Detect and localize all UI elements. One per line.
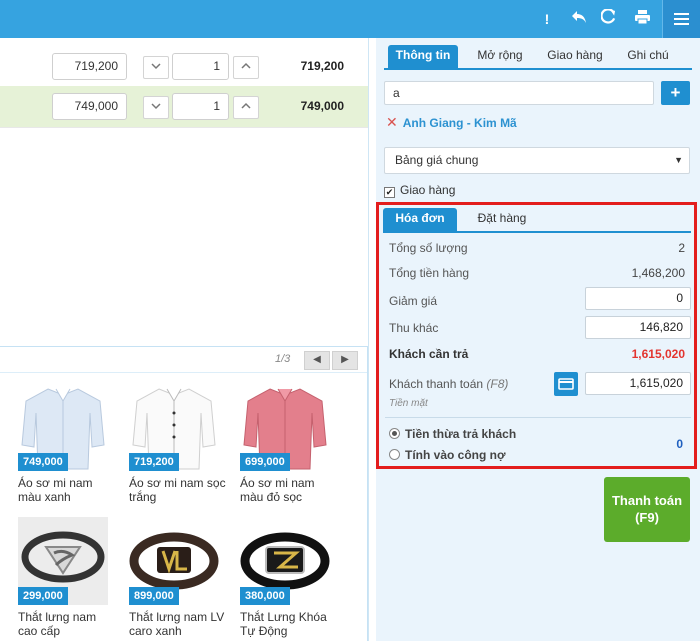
customer-paid-label: Khách thanh toán — [389, 377, 484, 391]
qty-decrease-button[interactable] — [143, 96, 169, 119]
next-page-button[interactable]: ▶ — [332, 351, 358, 370]
product-name: Thắt lưng nam cao cấp — [18, 610, 97, 638]
add-customer-button[interactable]: + — [661, 81, 690, 105]
unit-price-input[interactable]: 749,000 — [52, 93, 127, 120]
tab-order[interactable]: Đặt hàng — [467, 208, 537, 231]
delivery-label: Giao hàng — [400, 183, 456, 197]
selected-customer[interactable]: ✕ Anh Giang - Kim Mã — [386, 114, 517, 131]
checkout-button[interactable]: Thanh toán (F9) — [604, 477, 690, 542]
shortcut-hint: (F8) — [486, 377, 509, 391]
amount-due-value: 1,615,020 — [631, 347, 685, 361]
subtotal-value: 1,468,200 — [631, 266, 685, 280]
radio-selected-icon[interactable] — [389, 428, 400, 439]
refresh-icon[interactable] — [598, 8, 618, 29]
payment-method-label: Tiền mặt — [389, 398, 428, 409]
credit-card-button[interactable] — [554, 372, 578, 396]
line-total: 719,200 — [300, 59, 344, 73]
product-grid: 1/3 ◀ ▶ 749,000 Áo sơ mi nam màu xanh 71… — [0, 346, 368, 641]
close-icon[interactable]: ✕ — [386, 114, 398, 130]
checkout-label: Thanh toán — [611, 493, 683, 508]
radio-unselected-icon[interactable] — [389, 449, 400, 460]
delivery-checkbox[interactable]: ✔ Giao hàng — [384, 183, 455, 198]
customer-name: Anh Giang - Kim Mã — [402, 116, 517, 130]
page-indicator: 1/3 — [275, 353, 291, 365]
total-qty-value: 2 — [678, 241, 685, 255]
payment-method: Tiền mặt — [389, 398, 685, 409]
exclamation-icon[interactable]: ! — [537, 9, 557, 29]
change-value: 0 — [676, 437, 683, 451]
customer-paid-input[interactable]: 1,615,020 — [585, 372, 691, 395]
credit-card-icon — [558, 378, 574, 390]
price-badge: 380,000 — [240, 587, 290, 605]
product-name: Thắt Lưng Khóa Tự Động — [240, 610, 327, 638]
subtotal-label: Tổng tiền hàng — [389, 266, 470, 280]
product-name: Thắt lưng nam LV caro xanh — [129, 610, 225, 638]
other-fee-label: Thu khác — [389, 321, 439, 335]
discount-label: Giảm giá — [389, 294, 438, 308]
chevron-down-icon — [151, 63, 161, 70]
product-card[interactable]: 299,000 Thắt lưng nam cao cấp — [18, 517, 118, 638]
quantity-input[interactable]: 1 — [172, 53, 229, 80]
pricebook-select[interactable]: Bảng giá chung ▼ — [384, 147, 690, 174]
top-bar: ! — [0, 0, 700, 38]
price-badge: 749,000 — [18, 453, 68, 471]
price-badge: 699,000 — [240, 453, 290, 471]
chevron-down-icon — [151, 103, 161, 110]
product-card[interactable]: 380,000 Thắt Lưng Khóa Tự Động — [240, 517, 340, 638]
product-card[interactable]: 699,000 Áo sơ mi nam màu đỏ sọc — [240, 383, 340, 504]
change-label: Tiền thừa trả khách — [405, 427, 517, 441]
line-total: 749,000 — [300, 99, 344, 113]
qty-increase-button[interactable] — [233, 96, 259, 119]
invoice-panel: Hóa đơn Đặt hàng Tổng số lượng 2 Tổng ti… — [376, 202, 697, 469]
other-fee-input[interactable]: 146,820 — [585, 316, 691, 339]
prev-page-button[interactable]: ◀ — [304, 351, 330, 370]
pricebook-value: Bảng giá chung — [395, 153, 479, 167]
tab-delivery[interactable]: Giao hàng — [540, 45, 610, 68]
price-badge: 299,000 — [18, 587, 68, 605]
product-image: 899,000 — [129, 517, 219, 605]
price-badge: 899,000 — [129, 587, 179, 605]
price-badge: 719,200 — [129, 453, 179, 471]
invoice-tabs: Hóa đơn Đặt hàng — [383, 208, 691, 233]
discount-input[interactable]: 0 — [585, 287, 691, 310]
quantity-input[interactable]: 1 — [172, 93, 229, 120]
product-name: Áo sơ mi nam màu đỏ sọc — [240, 476, 315, 504]
qty-decrease-button[interactable] — [143, 56, 169, 79]
product-card[interactable]: 749,000 Áo sơ mi nam màu xanh — [18, 383, 118, 504]
tab-extended[interactable]: Mở rộng — [468, 45, 532, 68]
checkout-shortcut: (F9) — [635, 510, 659, 525]
debt-label: Tính vào công nợ — [405, 448, 506, 462]
customer-search-input[interactable]: a — [384, 81, 654, 105]
cart-row: 749,000 1 749,000 — [0, 86, 368, 128]
checkbox-checked-icon[interactable]: ✔ — [384, 187, 395, 198]
qty-increase-button[interactable] — [233, 56, 259, 79]
chevron-up-icon — [241, 62, 251, 69]
menu-button[interactable] — [662, 0, 700, 38]
total-qty-label: Tổng số lượng — [389, 241, 468, 255]
undo-icon[interactable] — [569, 9, 589, 29]
product-image: 699,000 — [240, 383, 330, 471]
product-name: Áo sơ mi nam màu xanh — [18, 476, 93, 504]
tab-info[interactable]: Thông tin — [388, 45, 458, 68]
info-tabs: Thông tin Mở rộng Giao hàng Ghi chú — [384, 45, 692, 70]
product-card[interactable]: 899,000 Thắt lưng nam LV caro xanh — [129, 517, 229, 638]
tab-invoice[interactable]: Hóa đơn — [383, 208, 457, 231]
chevron-down-icon: ▼ — [674, 155, 683, 165]
product-card[interactable]: 719,200 Áo sơ mi nam sọc trắng — [129, 383, 229, 504]
chevron-up-icon — [241, 102, 251, 109]
print-icon[interactable] — [632, 9, 652, 29]
product-image: 380,000 — [240, 517, 330, 605]
product-image: 749,000 — [18, 383, 108, 471]
unit-price-input[interactable]: 719,200 — [52, 53, 127, 80]
tab-notes[interactable]: Ghi chú — [618, 45, 678, 68]
product-image: 299,000 — [18, 517, 108, 605]
product-image: 719,200 — [129, 383, 219, 471]
product-name: Áo sơ mi nam sọc trắng — [129, 476, 226, 504]
amount-due-label: Khách cần trả — [389, 347, 469, 361]
cart-row: 719,200 1 719,200 — [0, 46, 368, 88]
